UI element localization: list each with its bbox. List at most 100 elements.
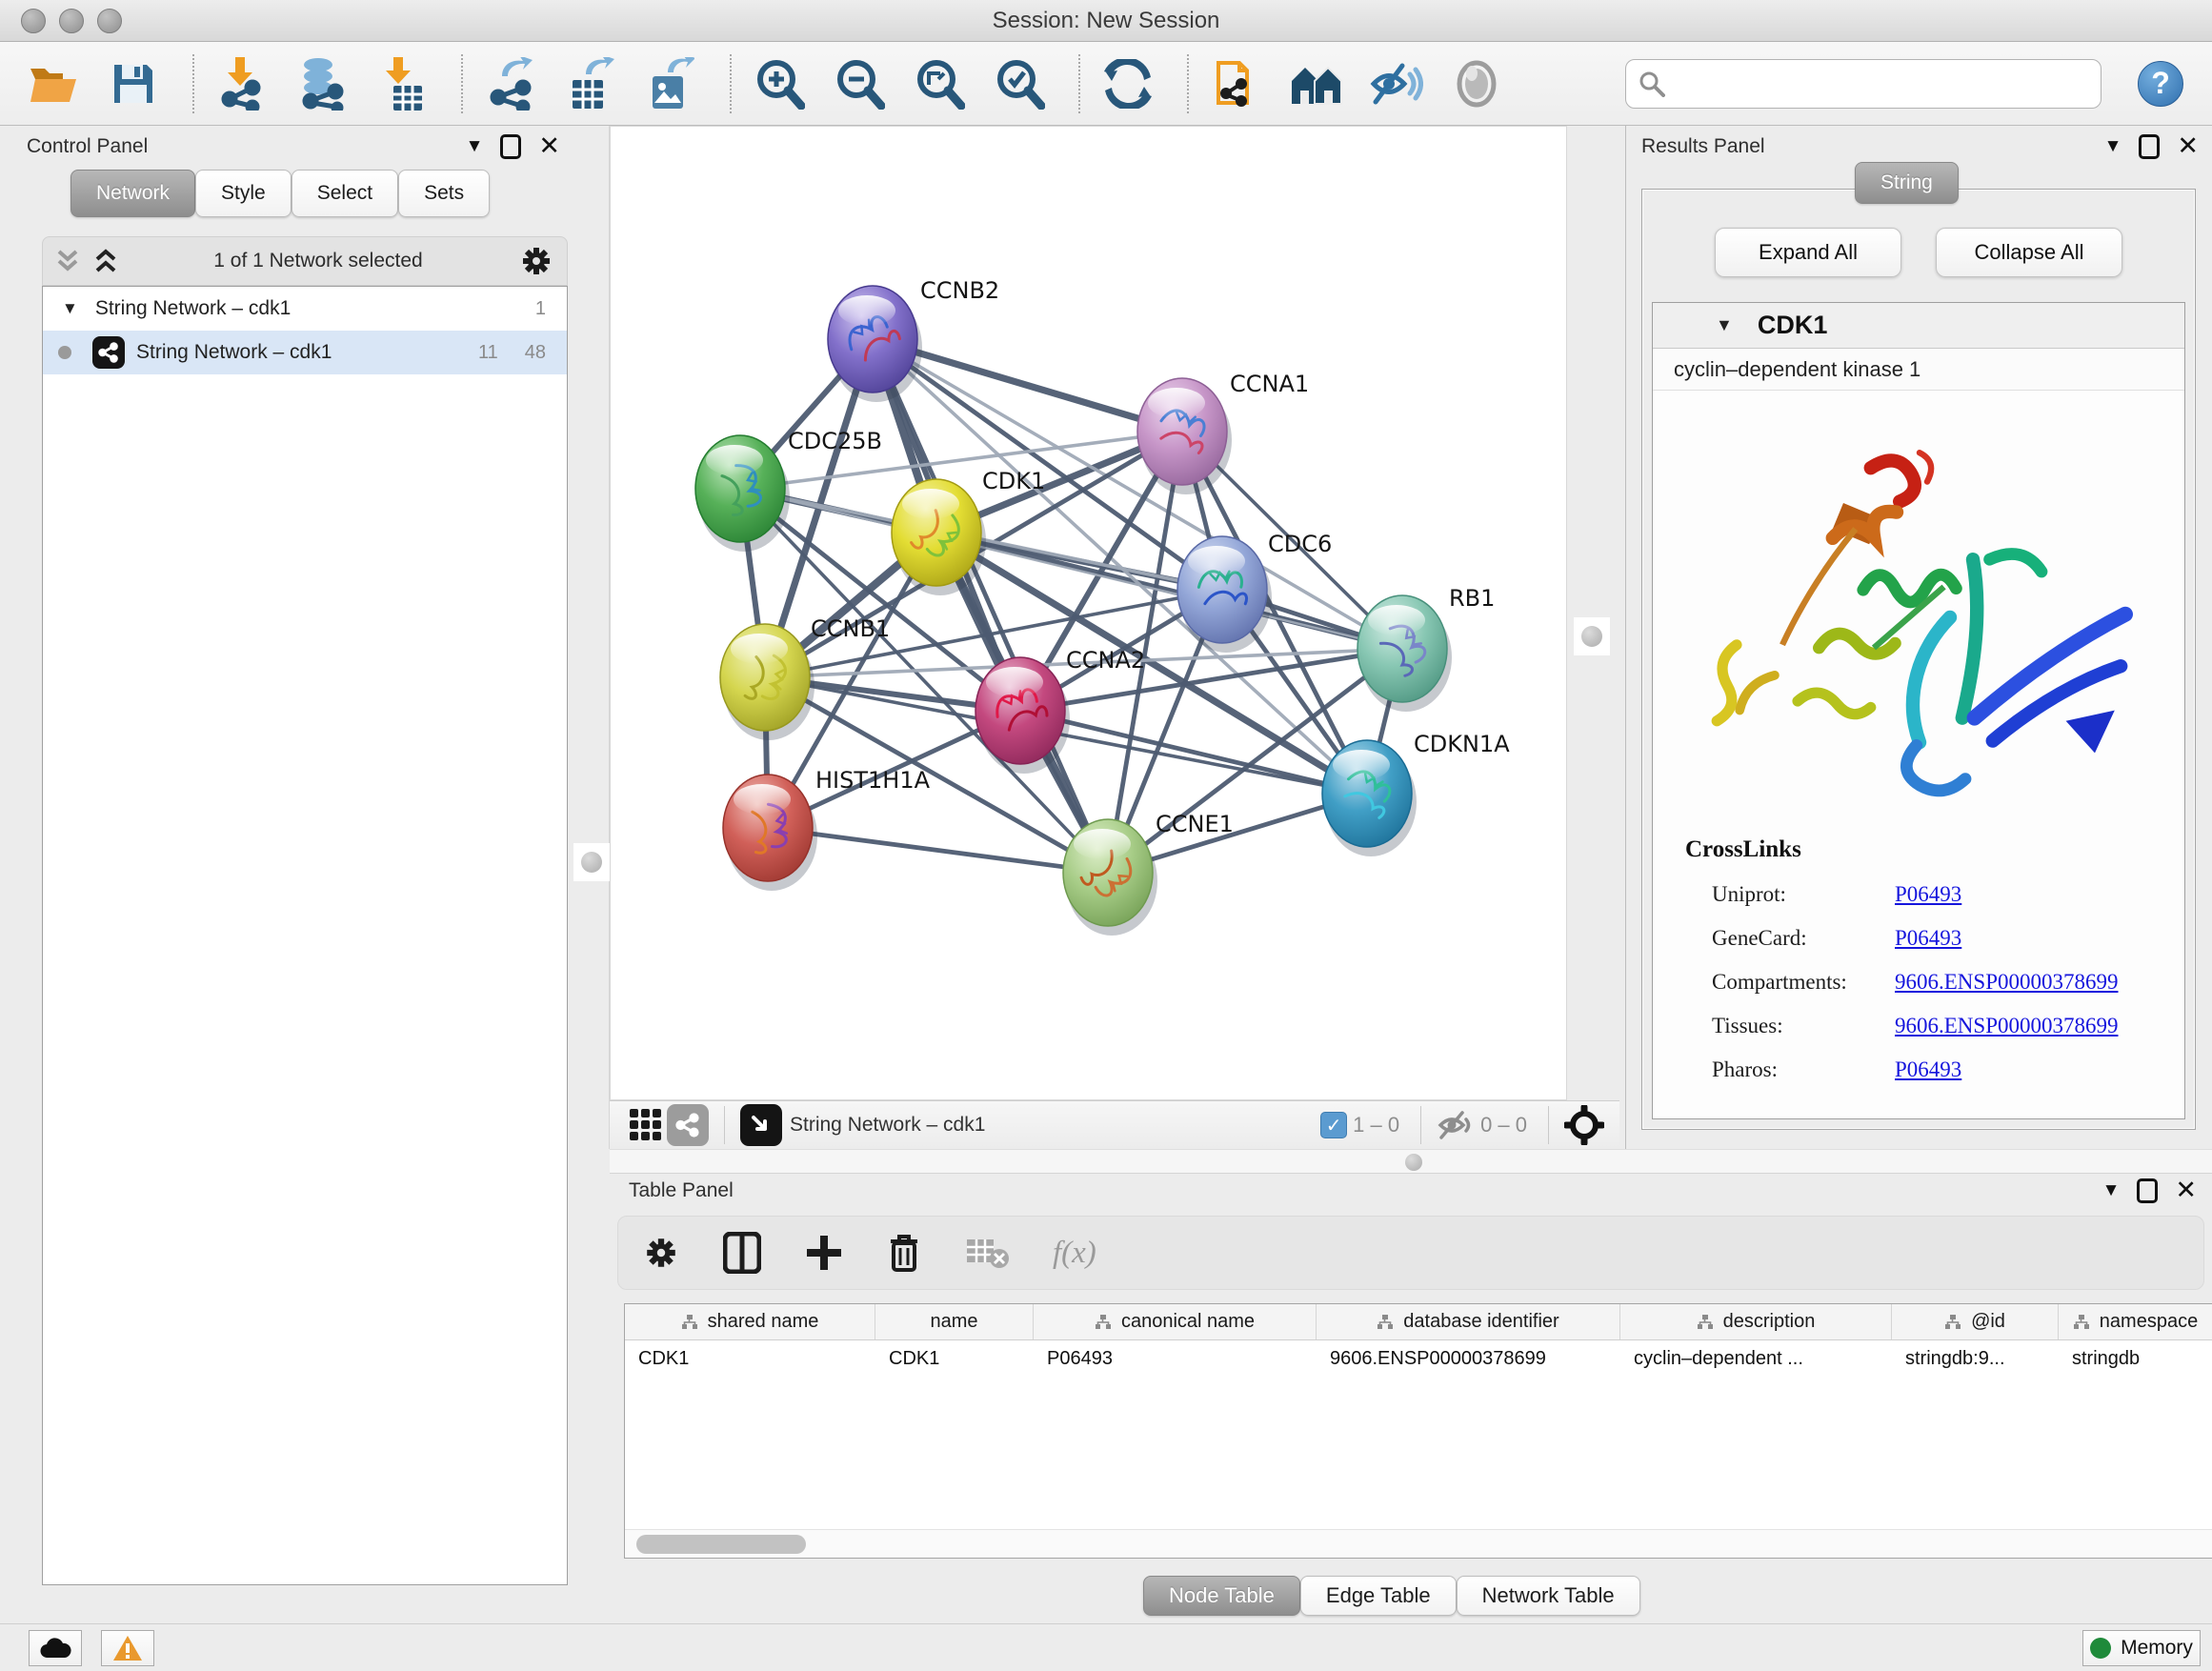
tab-node-table[interactable]: Node Table bbox=[1143, 1576, 1300, 1616]
network-node-CCNB2[interactable] bbox=[828, 286, 922, 402]
export-network-icon[interactable] bbox=[482, 53, 539, 114]
table-cell[interactable]: P06493 bbox=[1034, 1340, 1317, 1377]
network-options-gear-icon[interactable] bbox=[519, 244, 553, 278]
zoom-out-icon[interactable] bbox=[831, 53, 888, 114]
network-row[interactable]: String Network – cdk1 11 48 bbox=[43, 331, 567, 374]
refresh-view-icon[interactable] bbox=[1099, 53, 1156, 114]
expand-all-button[interactable]: Expand All bbox=[1715, 228, 1901, 277]
import-table-file-icon[interactable] bbox=[373, 53, 431, 114]
table-row[interactable]: CDK1CDK1P064939606.ENSP00000378699cyclin… bbox=[625, 1340, 2212, 1377]
network-node-CDC6[interactable] bbox=[1177, 536, 1272, 653]
tab-edge-table[interactable]: Edge Table bbox=[1300, 1576, 1457, 1616]
open-session-icon[interactable] bbox=[25, 53, 82, 114]
column-header-namespace[interactable]: namespace bbox=[2059, 1304, 2212, 1339]
save-session-icon[interactable] bbox=[105, 53, 162, 114]
network-node-CCNA2[interactable] bbox=[975, 657, 1070, 774]
column-header-description[interactable]: description bbox=[1620, 1304, 1892, 1339]
network-canvas[interactable]: CCNB2CCNA1CDC25BCDK1CDC6RB1CCNB1CCNA2CDK… bbox=[610, 126, 1567, 1100]
zoom-selected-icon[interactable] bbox=[991, 53, 1048, 114]
right-splitter-handle[interactable] bbox=[1574, 617, 1610, 655]
panel-float-icon[interactable] bbox=[500, 134, 521, 159]
table-cell[interactable]: CDK1 bbox=[875, 1340, 1034, 1377]
network-node-RB1[interactable] bbox=[1357, 595, 1452, 712]
column-header-name[interactable]: name bbox=[875, 1304, 1034, 1339]
search-input[interactable] bbox=[1625, 59, 2101, 109]
table-cell[interactable]: stringdb:9... bbox=[1892, 1340, 2059, 1377]
table-cell[interactable]: CDK1 bbox=[625, 1340, 875, 1377]
network-node-HIST1H1A[interactable] bbox=[723, 775, 817, 891]
column-header-canonical-name[interactable]: canonical name bbox=[1034, 1304, 1317, 1339]
network-node-CCNA1[interactable] bbox=[1137, 378, 1232, 494]
import-network-database-icon[interactable] bbox=[293, 53, 351, 114]
zoom-in-icon[interactable] bbox=[751, 53, 808, 114]
tab-select[interactable]: Select bbox=[292, 170, 398, 217]
cloud-status-button[interactable] bbox=[29, 1630, 82, 1666]
hide-graphics-details-icon[interactable] bbox=[1368, 53, 1425, 114]
panel-close-icon[interactable]: ✕ bbox=[2177, 133, 2199, 159]
delete-column-trash-icon[interactable] bbox=[887, 1232, 921, 1274]
tab-sets[interactable]: Sets bbox=[398, 170, 490, 217]
add-column-icon[interactable] bbox=[805, 1234, 843, 1272]
table-cell[interactable]: 9606.ENSP00000378699 bbox=[1317, 1340, 1620, 1377]
expand-all-icon[interactable] bbox=[94, 249, 117, 273]
section-collapse-icon[interactable]: ▼ bbox=[1716, 315, 1733, 335]
tab-style[interactable]: Style bbox=[195, 170, 292, 217]
scrollbar-thumb[interactable] bbox=[636, 1535, 806, 1554]
birds-eye-view-icon[interactable] bbox=[740, 1104, 782, 1146]
panel-float-icon[interactable] bbox=[2139, 134, 2160, 159]
horizontal-splitter[interactable] bbox=[610, 1149, 2212, 1174]
splitter-handle[interactable] bbox=[573, 843, 610, 881]
column-header-database-identifier[interactable]: database identifier bbox=[1317, 1304, 1620, 1339]
new-network-from-selection-icon[interactable] bbox=[1208, 53, 1265, 114]
network-node-CCNE1[interactable] bbox=[1063, 819, 1157, 936]
node-table[interactable]: shared namenamecanonical namedatabase id… bbox=[624, 1303, 2212, 1559]
tab-string[interactable]: String bbox=[1855, 162, 1959, 204]
network-collection-row[interactable]: ▼ String Network – cdk1 1 bbox=[43, 287, 567, 331]
sphere-effect-icon[interactable] bbox=[1448, 53, 1505, 114]
panel-menu-icon[interactable]: ▼ bbox=[466, 137, 484, 155]
panel-close-icon[interactable]: ✕ bbox=[2175, 1178, 2197, 1203]
table-cell[interactable]: cyclin–dependent ... bbox=[1620, 1340, 1892, 1377]
column-header--id[interactable]: @id bbox=[1892, 1304, 2059, 1339]
network-node-CCNB1[interactable] bbox=[720, 624, 814, 740]
show-columns-icon[interactable] bbox=[723, 1232, 761, 1274]
delete-table-icon[interactable] bbox=[965, 1236, 1009, 1270]
network-node-CDKN1A[interactable] bbox=[1322, 740, 1417, 856]
help-button[interactable]: ? bbox=[2138, 61, 2183, 107]
gene-section-header[interactable]: ▼ CDK1 bbox=[1653, 303, 2184, 349]
tab-network-table[interactable]: Network Table bbox=[1457, 1576, 1640, 1616]
export-image-icon[interactable] bbox=[642, 53, 699, 114]
panel-menu-icon[interactable]: ▼ bbox=[2102, 1181, 2121, 1199]
collapse-all-button[interactable]: Collapse All bbox=[1936, 228, 2122, 277]
crosslink-value-link[interactable]: 9606.ENSP00000378699 bbox=[1895, 1014, 2119, 1038]
table-cell[interactable]: stringdb bbox=[2059, 1340, 2212, 1377]
zoom-fit-icon[interactable] bbox=[911, 53, 968, 114]
memory-button[interactable]: Memory bbox=[2082, 1630, 2201, 1666]
selection-mode-crosshair-icon[interactable] bbox=[1564, 1105, 1604, 1145]
panel-close-icon[interactable]: ✕ bbox=[538, 133, 560, 159]
left-splitter[interactable] bbox=[573, 126, 610, 1149]
grid-view-icon[interactable] bbox=[625, 1104, 667, 1146]
table-settings-gear-icon[interactable] bbox=[643, 1235, 679, 1271]
function-builder-icon[interactable]: f(x) bbox=[1053, 1236, 1096, 1271]
string-houses-icon[interactable] bbox=[1288, 53, 1345, 114]
tab-network[interactable]: Network bbox=[70, 170, 195, 217]
panel-menu-icon[interactable]: ▼ bbox=[2104, 137, 2122, 155]
hidden-eye-icon[interactable] bbox=[1437, 1110, 1475, 1140]
horizontal-scrollbar[interactable] bbox=[625, 1529, 2212, 1558]
column-header-shared-name[interactable]: shared name bbox=[625, 1304, 875, 1339]
panel-float-icon[interactable] bbox=[2137, 1178, 2158, 1203]
network-share-icon[interactable] bbox=[667, 1104, 709, 1146]
crosslink-value-link[interactable]: P06493 bbox=[1895, 1057, 1961, 1082]
network-node-CDK1[interactable] bbox=[892, 479, 986, 595]
crosslink-value-link[interactable]: P06493 bbox=[1895, 926, 1961, 951]
network-edge[interactable] bbox=[768, 828, 1108, 873]
collapse-all-icon[interactable] bbox=[56, 249, 79, 273]
collection-expand-icon[interactable]: ▼ bbox=[62, 299, 78, 318]
export-table-icon[interactable] bbox=[562, 53, 619, 114]
warning-status-button[interactable] bbox=[101, 1630, 154, 1666]
crosslink-value-link[interactable]: 9606.ENSP00000378699 bbox=[1895, 970, 2119, 995]
crosslink-value-link[interactable]: P06493 bbox=[1895, 882, 1961, 907]
import-network-file-icon[interactable] bbox=[213, 53, 271, 114]
selected-nodes-checkbox[interactable]: ✓ bbox=[1320, 1112, 1347, 1138]
